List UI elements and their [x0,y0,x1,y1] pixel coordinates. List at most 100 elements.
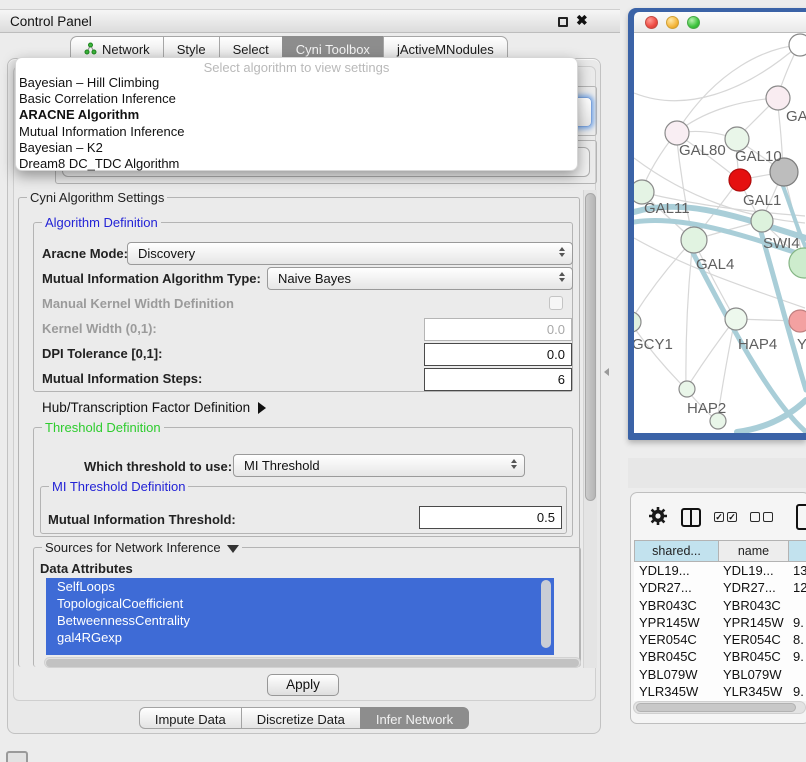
combobox-arrows-icon [559,272,565,282]
node-label: GAL80 [679,142,726,159]
node-hap4[interactable] [725,308,747,330]
kernel-width-field[interactable]: 0.0 [424,318,572,341]
minimized-panel-button[interactable] [6,751,28,762]
float-window-icon[interactable] [558,17,568,27]
table-row[interactable]: YDL19... YDL19... 13 [634,562,806,579]
list-item[interactable]: gal4RGexp [46,629,554,646]
table-cell[interactable]: YBR045C [634,648,718,665]
list-item[interactable]: BetweennessCentrality [46,612,554,629]
table-cell[interactable]: YBL079W [718,666,788,683]
node-hap2[interactable] [679,381,695,397]
node-red-selected[interactable] [729,169,751,191]
dpi-tolerance-field[interactable]: 0.0 [424,343,572,366]
node-gcy1[interactable] [634,312,641,332]
list-item[interactable]: SelfLoops [46,578,554,595]
tab-style[interactable]: Style [163,36,219,59]
mi-threshold-field[interactable]: 0.5 [419,506,562,529]
table-row[interactable]: YER054C YER054C 8. [634,631,806,648]
table-body[interactable]: YDL19... YDL19... 13 YDR27... YDR27... 1… [634,562,806,701]
split-columns-icon[interactable] [681,508,701,527]
table-cell[interactable]: YBR045C [718,648,788,665]
table-cell[interactable]: 8. [788,631,806,648]
settings-hscrollbar-thumb[interactable] [46,659,579,667]
table-cell[interactable]: YLR345W [634,683,718,700]
table-cell[interactable] [788,666,806,683]
column-header-name[interactable]: name [718,540,788,562]
panel-splitter-handle[interactable] [604,368,609,376]
table-cell[interactable]: YBR043C [718,597,788,614]
select-all-columns-icon[interactable]: ✓✓ [714,512,737,522]
table-cell[interactable]: 12 [788,579,806,596]
mi-type-combobox[interactable]: Naive Bayes [267,267,573,290]
dropdown-item[interactable]: Bayesian – K2 [16,140,577,156]
node-gal4[interactable] [681,227,707,253]
tab-impute-data[interactable]: Impute Data [139,707,241,729]
table-cell[interactable]: YDL19... [634,562,718,579]
mi-steps-field[interactable]: 6 [424,368,572,391]
gear-icon[interactable] [648,506,668,529]
table-toolbar: ✓✓ [634,498,806,536]
node-salmon[interactable] [789,310,806,332]
table-row[interactable]: YBR045C YBR045C 9. [634,648,806,665]
settings-vscrollbar-thumb[interactable] [585,193,596,501]
which-threshold-combobox[interactable]: MI Threshold [233,454,525,477]
tab-infer-network[interactable]: Infer Network [360,707,469,729]
apply-button[interactable]: Apply [267,674,339,696]
network-window-titlebar[interactable] [634,12,806,33]
tab-select[interactable]: Select [219,36,282,59]
tab-network[interactable]: Network [70,36,163,59]
table-cell[interactable]: YDL19... [718,562,788,579]
sources-toggle[interactable]: Sources for Network Inference [42,540,242,555]
table-cell[interactable]: YLR345W [718,683,788,700]
expanded-arrow-icon [227,545,239,553]
top-tab-bar: Network Style Select Cyni Toolbox jActiv… [70,36,508,59]
table-hscrollbar-thumb[interactable] [636,703,796,712]
table-row[interactable]: YBL079W YBL079W [634,666,806,683]
node[interactable] [766,86,790,110]
dropdown-item-aracne[interactable]: ARACNE Algorithm [16,107,577,123]
hub-section-toggle[interactable]: Hub/Transcription Factor Definition [42,400,266,415]
table-cell[interactable]: 9. [788,614,806,631]
data-attributes-list[interactable]: SelfLoops TopologicalCoefficient Between… [46,578,554,655]
table-cell[interactable]: YBR043C [634,597,718,614]
window-minimize-button[interactable] [666,16,679,29]
deselect-all-columns-icon[interactable] [750,512,773,522]
table-cell[interactable]: YBL079W [634,666,718,683]
function-builder-icon[interactable] [796,504,806,530]
column-header-shared-name[interactable]: shared... [634,540,718,562]
dropdown-item[interactable]: Basic Correlation Inference [16,91,577,107]
dropdown-item[interactable]: Mutual Information Inference [16,124,577,140]
node-label: SWI4 [763,235,800,252]
table-cell[interactable]: YPR145W [718,614,788,631]
close-icon[interactable]: ✖ [576,12,588,29]
list-item[interactable]: TopologicalCoefficient [46,595,554,612]
table-row[interactable]: YBR043C YBR043C [634,597,806,614]
node[interactable] [789,34,806,56]
table-row[interactable]: YPR145W YPR145W 9. [634,614,806,631]
table-cell[interactable]: YER054C [718,631,788,648]
table-cell[interactable]: 9. [788,648,806,665]
table-cell[interactable]: YPR145W [634,614,718,631]
network-canvas[interactable]: GAL GAL80 GAL10 GAL1 GAL11 SWI4 GAL4 GCY… [634,33,806,433]
window-close-button[interactable] [645,16,658,29]
table-cell[interactable]: 9. [788,683,806,700]
window-zoom-button[interactable] [687,16,700,29]
table-cell[interactable]: YER054C [634,631,718,648]
table-cell[interactable]: YDR27... [718,579,788,596]
tab-discretize-data[interactable]: Discretize Data [241,707,360,729]
tab-cyni-toolbox[interactable]: Cyni Toolbox [282,36,383,59]
node-gal1[interactable] [751,210,773,232]
manual-kernel-checkbox[interactable] [549,296,563,310]
table-cell[interactable]: YDR27... [634,579,718,596]
list-scrollbar[interactable] [541,580,551,648]
tab-jactivemnodules[interactable]: jActiveMNodules [383,36,508,59]
table-row[interactable]: YLR345W YLR345W 9. [634,683,806,700]
column-header-clipped[interactable] [788,540,806,562]
table-cell[interactable]: 13 [788,562,806,579]
table-row[interactable]: YDR27... YDR27... 12 [634,579,806,596]
aracne-mode-combobox[interactable]: Discovery [127,242,573,265]
dropdown-item[interactable]: Bayesian – Hill Climbing [16,75,577,91]
dropdown-item[interactable]: Dream8 DC_TDC Algorithm [16,156,577,172]
tab-label: jActiveMNodules [397,42,494,57]
table-cell[interactable] [788,597,806,614]
